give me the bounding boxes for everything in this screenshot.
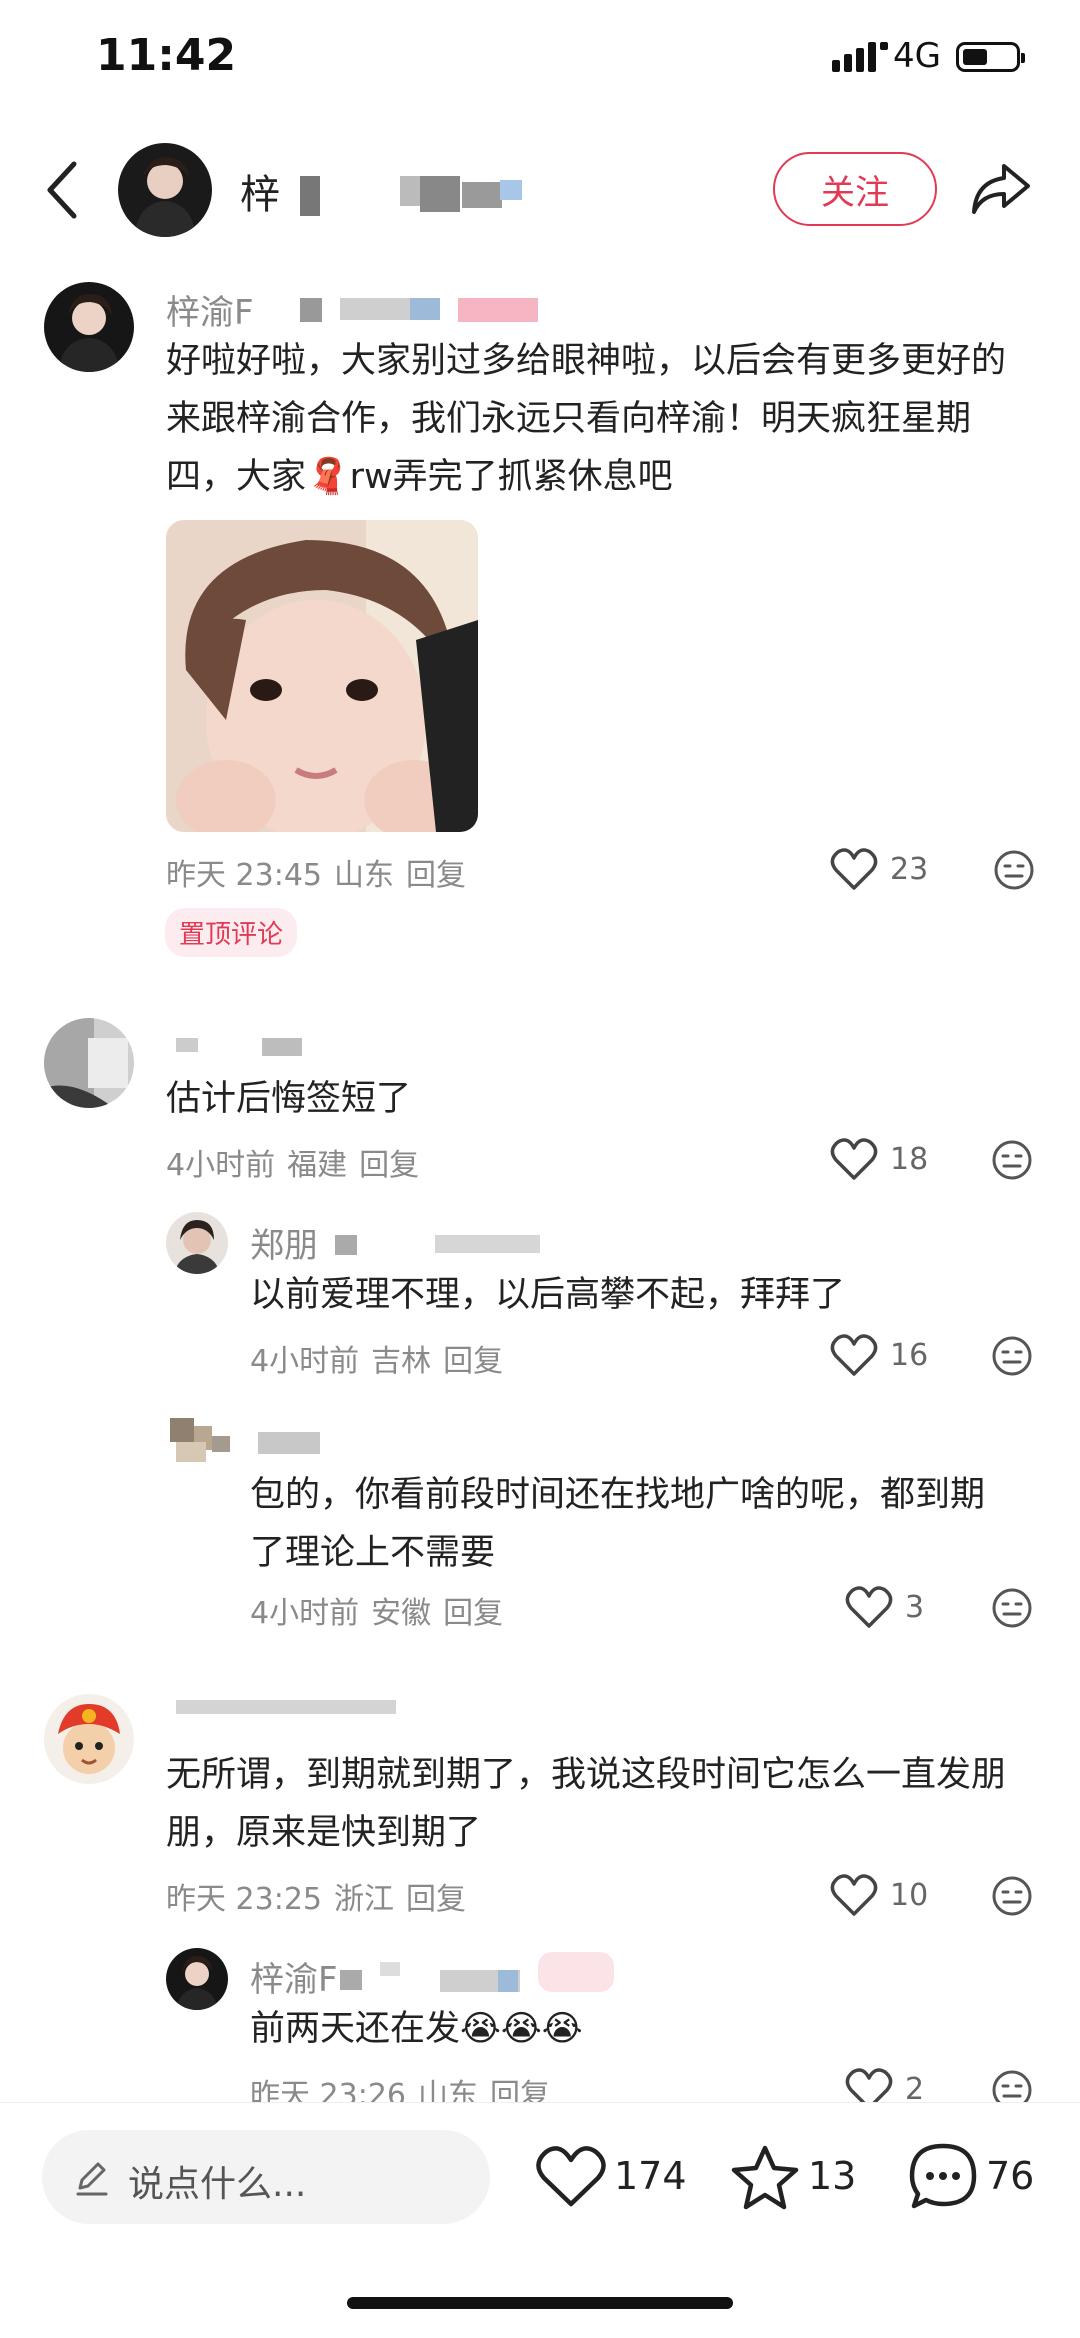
dislike-icon[interactable]: [991, 1335, 1033, 1377]
reply-button[interactable]: 回复: [406, 1882, 466, 1917]
heart-icon[interactable]: [830, 848, 878, 890]
reply-avatar[interactable]: [170, 1418, 232, 1470]
signal-icon: [832, 42, 888, 72]
home-indicator: [347, 2297, 733, 2309]
comment-text: 好啦好啦，大家别过多给眼神啦，以后会有更多更好的 来跟梓渝合作，我们永远只看向梓…: [166, 341, 1007, 497]
heart-icon[interactable]: [536, 2146, 606, 2208]
share-icon[interactable]: [970, 160, 1032, 216]
comment-avatar[interactable]: [44, 1018, 134, 1108]
comment-username[interactable]: 梓渝F: [166, 285, 254, 334]
reply-text: 以前爱理不理，以后高攀不起，拜拜了: [250, 1275, 846, 1315]
reply-avatar[interactable]: [166, 1212, 228, 1274]
reply-meta: 4小时前 吉林 回复: [250, 1344, 504, 1379]
battery-icon: [956, 42, 1025, 72]
back-icon[interactable]: [44, 160, 78, 220]
like-count: 3: [905, 1590, 925, 1625]
comment-meta: 昨天 23:25 浙江 回复: [166, 1882, 466, 1917]
like-count: 18: [890, 1142, 929, 1177]
status-time: 11:42: [96, 30, 237, 81]
like-total: 174: [614, 2154, 687, 2198]
star-icon[interactable]: [730, 2144, 800, 2210]
heart-icon[interactable]: [830, 1334, 878, 1376]
network-label: 4G: [893, 36, 941, 76]
reply-button[interactable]: 回复: [406, 858, 466, 893]
heart-icon[interactable]: [845, 1586, 893, 1628]
dislike-icon[interactable]: [991, 1587, 1033, 1629]
reply-text: 包的，你看前段时间还在找地广啥的呢，都到期 了理论上不需要: [250, 1475, 986, 1573]
heart-icon[interactable]: [830, 1138, 878, 1180]
reply-button[interactable]: 回复: [359, 1148, 419, 1183]
like-count: 16: [890, 1338, 929, 1373]
comment-avatar[interactable]: [44, 1694, 134, 1784]
header-title: 梓: [240, 172, 280, 218]
reply-username[interactable]: 郑朋: [250, 1218, 318, 1267]
comment-meta: 昨天 23:45 山东 回复: [166, 858, 466, 893]
comment-bubble-icon[interactable]: [908, 2142, 978, 2212]
pencil-icon: [76, 2162, 108, 2196]
like-count: 23: [890, 852, 929, 887]
comment-avatar[interactable]: [44, 282, 134, 372]
pinned-badge: 置顶评论: [165, 908, 298, 957]
reply-text: 前两天还在发😭😭😭: [250, 2009, 583, 2049]
reply-username[interactable]: 梓渝F: [250, 1952, 338, 2001]
comment-text: 无所谓，到期就到期了，我说这段时间它怎么一直发朋 朋，原来是快到期了: [166, 1755, 1007, 1853]
comment-placeholder[interactable]: 说点什么...: [128, 2155, 306, 2207]
comment-text: 估计后悔签短了: [166, 1079, 412, 1119]
dislike-icon[interactable]: [993, 849, 1035, 891]
heart-icon[interactable]: [830, 1874, 878, 1916]
comment-meta: 4小时前 福建 回复: [166, 1148, 420, 1183]
follow-button[interactable]: 关注: [773, 152, 937, 226]
comment-image[interactable]: [166, 520, 478, 832]
reply-button[interactable]: 回复: [443, 1596, 503, 1631]
dislike-icon[interactable]: [991, 1875, 1033, 1917]
like-count: 10: [890, 1878, 929, 1913]
reply-meta: 4小时前 安徽 回复: [250, 1596, 504, 1631]
comment-total: 76: [986, 2154, 1035, 2198]
reply-avatar[interactable]: [166, 1948, 228, 2010]
favorite-total: 13: [808, 2154, 857, 2198]
header-avatar[interactable]: [118, 143, 212, 237]
reply-button[interactable]: 回复: [443, 1344, 503, 1379]
dislike-icon[interactable]: [991, 1139, 1033, 1181]
